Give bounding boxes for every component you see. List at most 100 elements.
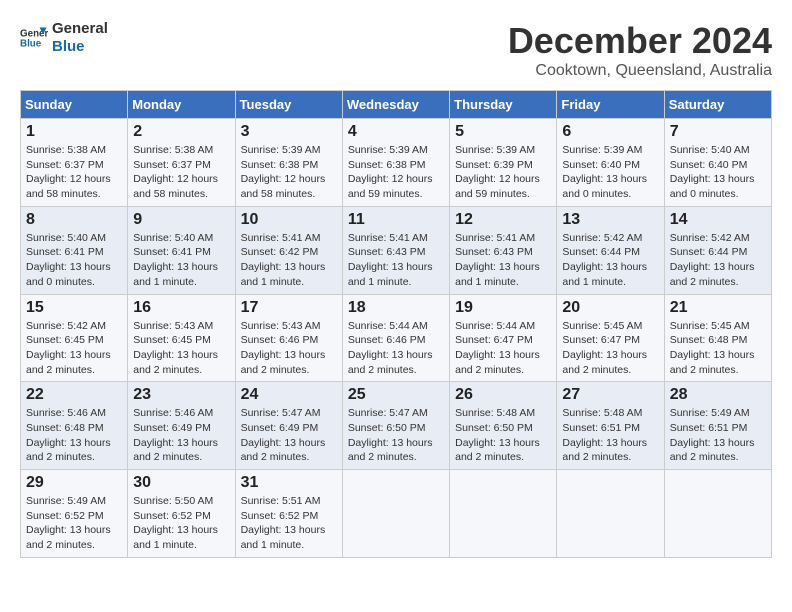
- day-number: 11: [348, 211, 444, 229]
- day-info: Sunrise: 5:42 AMSunset: 6:44 PMDaylight:…: [562, 231, 658, 290]
- logo: General Blue General Blue: [20, 20, 108, 56]
- calendar-cell: 3 Sunrise: 5:39 AMSunset: 6:38 PMDaylight…: [235, 119, 342, 207]
- calendar-cell: 4Sunrise: 5:39 AMSunset: 6:38 PMDaylight…: [342, 119, 449, 207]
- day-number: 18: [348, 299, 444, 317]
- calendar-cell: [342, 470, 449, 558]
- day-number: 23: [133, 386, 229, 404]
- calendar-cell: 21Sunrise: 5:45 AMSunset: 6:48 PMDayligh…: [664, 294, 771, 382]
- day-number: 9: [133, 211, 229, 229]
- calendar-cell: 27 Sunrise: 5:48 AMSunset: 6:51 PMDayligh…: [557, 382, 664, 470]
- calendar-header-thursday: Thursday: [450, 91, 557, 119]
- day-number: 20: [562, 299, 658, 317]
- day-info: Sunrise: 5:50 AMSunset: 6:52 PMDaylight:…: [133, 494, 229, 553]
- calendar-cell: 18 Sunrise: 5:44 AMSunset: 6:46 PMDayligh…: [342, 294, 449, 382]
- calendar-week-1: 1Sunrise: 5:38 AMSunset: 6:37 PMDaylight…: [21, 119, 772, 207]
- day-number: 26: [455, 386, 551, 404]
- day-number: 29: [26, 474, 122, 492]
- day-number: 5: [455, 123, 551, 141]
- day-info: Sunrise: 5:49 AMSunset: 6:51 PMDaylight:…: [670, 406, 766, 465]
- day-info: Sunrise: 5:41 AMSunset: 6:42 PMDaylight:…: [241, 231, 337, 290]
- day-info: Sunrise: 5:42 AMSunset: 6:45 PMDaylight:…: [26, 319, 122, 378]
- calendar-cell: 20 Sunrise: 5:45 AMSunset: 6:47 PMDayligh…: [557, 294, 664, 382]
- calendar-cell: 31 Sunrise: 5:51 AMSunset: 6:52 PMDayligh…: [235, 470, 342, 558]
- calendar-cell: 9 Sunrise: 5:40 AMSunset: 6:41 PMDaylight…: [128, 206, 235, 294]
- day-info: Sunrise: 5:49 AMSunset: 6:52 PMDaylight:…: [26, 494, 122, 553]
- day-number: 24: [241, 386, 337, 404]
- day-number: 22: [26, 386, 122, 404]
- calendar-header-tuesday: Tuesday: [235, 91, 342, 119]
- day-info: Sunrise: 5:41 AMSunset: 6:43 PMDaylight:…: [455, 231, 551, 290]
- day-info: Sunrise: 5:40 AMSunset: 6:41 PMDaylight:…: [26, 231, 122, 290]
- calendar-cell: 14Sunrise: 5:42 AMSunset: 6:44 PMDayligh…: [664, 206, 771, 294]
- calendar-cell: 7Sunrise: 5:40 AMSunset: 6:40 PMDaylight…: [664, 119, 771, 207]
- day-info: Sunrise: 5:39 AMSunset: 6:40 PMDaylight:…: [562, 143, 658, 202]
- calendar-header-wednesday: Wednesday: [342, 91, 449, 119]
- day-number: 12: [455, 211, 551, 229]
- day-number: 28: [670, 386, 766, 404]
- day-info: Sunrise: 5:45 AMSunset: 6:47 PMDaylight:…: [562, 319, 658, 378]
- calendar-week-3: 15 Sunrise: 5:42 AMSunset: 6:45 PMDayligh…: [21, 294, 772, 382]
- day-info: Sunrise: 5:47 AMSunset: 6:50 PMDaylight:…: [348, 406, 444, 465]
- calendar-week-2: 8Sunrise: 5:40 AMSunset: 6:41 PMDaylight…: [21, 206, 772, 294]
- calendar-cell: 29 Sunrise: 5:49 AMSunset: 6:52 PMDayligh…: [21, 470, 128, 558]
- day-number: 2: [133, 123, 229, 141]
- day-number: 10: [241, 211, 337, 229]
- calendar-cell: [557, 470, 664, 558]
- day-number: 25: [348, 386, 444, 404]
- calendar-cell: 10 Sunrise: 5:41 AMSunset: 6:42 PMDayligh…: [235, 206, 342, 294]
- calendar-week-5: 29 Sunrise: 5:49 AMSunset: 6:52 PMDayligh…: [21, 470, 772, 558]
- calendar: SundayMondayTuesdayWednesdayThursdayFrid…: [20, 90, 772, 558]
- day-info: Sunrise: 5:43 AMSunset: 6:46 PMDaylight:…: [241, 319, 337, 378]
- day-info: Sunrise: 5:51 AMSunset: 6:52 PMDaylight:…: [241, 494, 337, 553]
- day-number: 31: [241, 474, 337, 492]
- day-info: Sunrise: 5:44 AMSunset: 6:47 PMDaylight:…: [455, 319, 551, 378]
- calendar-cell: 13 Sunrise: 5:42 AMSunset: 6:44 PMDayligh…: [557, 206, 664, 294]
- logo-blue: Blue: [52, 38, 108, 56]
- day-number: 15: [26, 299, 122, 317]
- calendar-cell: 15 Sunrise: 5:42 AMSunset: 6:45 PMDayligh…: [21, 294, 128, 382]
- day-info: Sunrise: 5:43 AMSunset: 6:45 PMDaylight:…: [133, 319, 229, 378]
- calendar-cell: 17Sunrise: 5:43 AMSunset: 6:46 PMDayligh…: [235, 294, 342, 382]
- calendar-header-friday: Friday: [557, 91, 664, 119]
- day-info: Sunrise: 5:40 AMSunset: 6:41 PMDaylight:…: [133, 231, 229, 290]
- logo-general: General: [52, 20, 108, 38]
- day-info: Sunrise: 5:39 AMSunset: 6:39 PMDaylight:…: [455, 143, 551, 202]
- day-number: 19: [455, 299, 551, 317]
- title-area: December 2024 Cooktown, Queensland, Aust…: [508, 20, 772, 80]
- day-number: 27: [562, 386, 658, 404]
- calendar-header-monday: Monday: [128, 91, 235, 119]
- day-info: Sunrise: 5:40 AMSunset: 6:40 PMDaylight:…: [670, 143, 766, 202]
- day-info: Sunrise: 5:44 AMSunset: 6:46 PMDaylight:…: [348, 319, 444, 378]
- day-number: 14: [670, 211, 766, 229]
- sub-title: Cooktown, Queensland, Australia: [508, 62, 772, 80]
- day-number: 30: [133, 474, 229, 492]
- day-info: Sunrise: 5:39 AMSunset: 6:38 PMDaylight:…: [241, 143, 337, 202]
- calendar-cell: 26 Sunrise: 5:48 AMSunset: 6:50 PMDayligh…: [450, 382, 557, 470]
- calendar-cell: 22 Sunrise: 5:46 AMSunset: 6:48 PMDayligh…: [21, 382, 128, 470]
- calendar-cell: 28 Sunrise: 5:49 AMSunset: 6:51 PMDayligh…: [664, 382, 771, 470]
- calendar-cell: 11 Sunrise: 5:41 AMSunset: 6:43 PMDayligh…: [342, 206, 449, 294]
- calendar-cell: 8Sunrise: 5:40 AMSunset: 6:41 PMDaylight…: [21, 206, 128, 294]
- logo-icon: General Blue: [20, 24, 48, 52]
- calendar-cell: 2Sunrise: 5:38 AMSunset: 6:37 PMDaylight…: [128, 119, 235, 207]
- calendar-cell: 16 Sunrise: 5:43 AMSunset: 6:45 PMDayligh…: [128, 294, 235, 382]
- day-number: 13: [562, 211, 658, 229]
- day-number: 16: [133, 299, 229, 317]
- calendar-cell: 25 Sunrise: 5:47 AMSunset: 6:50 PMDayligh…: [342, 382, 449, 470]
- day-info: Sunrise: 5:48 AMSunset: 6:51 PMDaylight:…: [562, 406, 658, 465]
- day-info: Sunrise: 5:38 AMSunset: 6:37 PMDaylight:…: [26, 143, 122, 202]
- day-number: 3: [241, 123, 337, 141]
- calendar-cell: 23Sunrise: 5:46 AMSunset: 6:49 PMDayligh…: [128, 382, 235, 470]
- header: General Blue General Blue December 2024 …: [20, 20, 772, 80]
- day-info: Sunrise: 5:41 AMSunset: 6:43 PMDaylight:…: [348, 231, 444, 290]
- calendar-cell: 30 Sunrise: 5:50 AMSunset: 6:52 PMDayligh…: [128, 470, 235, 558]
- day-info: Sunrise: 5:46 AMSunset: 6:48 PMDaylight:…: [26, 406, 122, 465]
- calendar-cell: [450, 470, 557, 558]
- day-info: Sunrise: 5:39 AMSunset: 6:38 PMDaylight:…: [348, 143, 444, 202]
- svg-text:Blue: Blue: [20, 38, 42, 49]
- day-info: Sunrise: 5:47 AMSunset: 6:49 PMDaylight:…: [241, 406, 337, 465]
- day-info: Sunrise: 5:45 AMSunset: 6:48 PMDaylight:…: [670, 319, 766, 378]
- day-info: Sunrise: 5:48 AMSunset: 6:50 PMDaylight:…: [455, 406, 551, 465]
- calendar-header-saturday: Saturday: [664, 91, 771, 119]
- main-title: December 2024: [508, 20, 772, 62]
